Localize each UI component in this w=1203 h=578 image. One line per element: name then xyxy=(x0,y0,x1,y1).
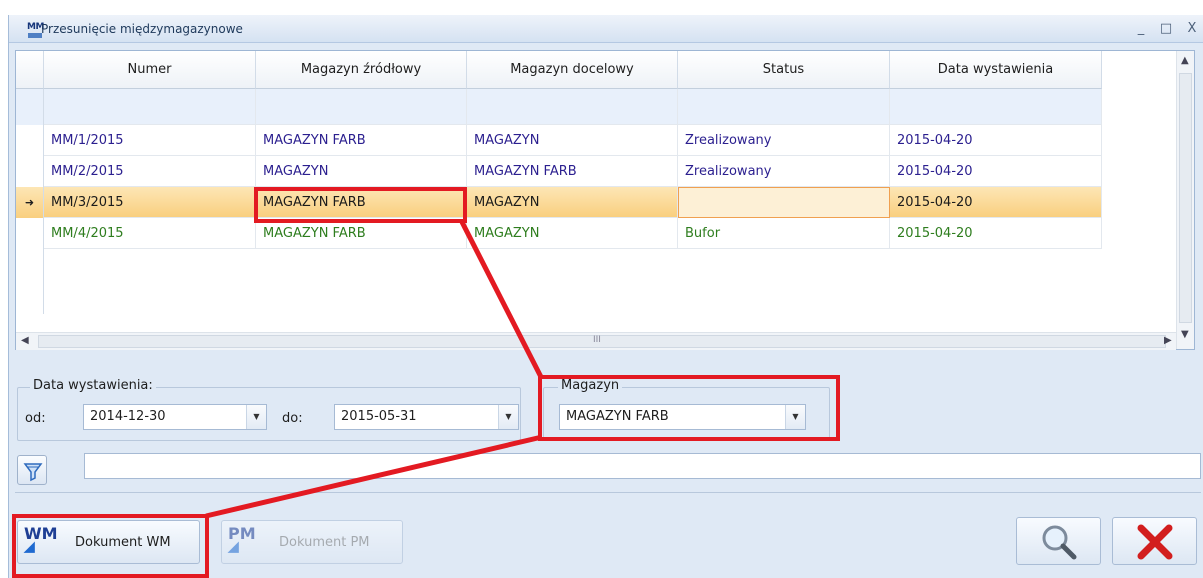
scroll-right-icon[interactable]: ▶ xyxy=(1164,335,1172,346)
transfer-window: MM Przesunięcie międzymagazynowe _ □ X N… xyxy=(8,15,1203,578)
cell-source-warehouse: MAGAZYN FARB xyxy=(256,187,467,218)
column-header-issue-date[interactable]: Data wystawienia xyxy=(890,51,1102,89)
scroll-grip-icon: III xyxy=(593,335,601,345)
filter-cell-date[interactable] xyxy=(890,89,1102,125)
cell-source-warehouse: MAGAZYN xyxy=(256,156,467,187)
cell-target-warehouse: MAGAZYN xyxy=(467,125,678,156)
chevron-down-icon[interactable]: ▼ xyxy=(498,405,518,429)
maximize-button[interactable]: □ xyxy=(1157,20,1175,38)
funnel-icon xyxy=(23,463,43,482)
close-icon xyxy=(1137,524,1173,560)
preview-button[interactable] xyxy=(1016,517,1101,565)
filter-cell-target[interactable] xyxy=(467,89,678,125)
cell-date: 2015-04-20 xyxy=(890,156,1102,187)
warehouse-select[interactable]: MAGAZYN FARB ▼ xyxy=(559,404,806,430)
search-input[interactable] xyxy=(84,453,1201,479)
date-to-picker[interactable]: 2015-05-31 ▼ xyxy=(334,404,519,430)
column-header-status[interactable]: Status xyxy=(678,51,890,89)
cancel-button[interactable] xyxy=(1112,517,1197,565)
date-from-value: 2014-12-30 xyxy=(90,409,166,424)
pm-icon: PM xyxy=(228,524,256,543)
filter-cell-source[interactable] xyxy=(256,89,467,125)
cell-numer: MM/2/2015 xyxy=(44,156,256,187)
to-label: do: xyxy=(282,411,303,426)
arrow-icon xyxy=(227,541,245,559)
vertical-scrollbar[interactable]: ▲ ▼ xyxy=(1176,51,1194,349)
row-indicator-header xyxy=(16,51,44,89)
title-bar: MM Przesunięcie międzymagazynowe _ □ X xyxy=(9,15,1203,43)
warehouse-value: MAGAZYN FARB xyxy=(566,409,669,424)
filter-cell-status[interactable] xyxy=(678,89,890,125)
cell-source-warehouse: MAGAZYN FARB xyxy=(256,218,467,249)
chevron-down-icon[interactable]: ▼ xyxy=(785,405,805,429)
cell-status: Zrealizowany xyxy=(678,156,890,187)
cell-target-warehouse: MAGAZYN FARB xyxy=(467,156,678,187)
cell-status: Zrealizowany xyxy=(678,125,890,156)
filter-row-selector xyxy=(16,89,44,125)
date-group-label: Data wystawienia: xyxy=(30,378,156,393)
cell-date: 2015-04-20 xyxy=(890,125,1102,156)
documents-grid: Numer Magazyn źródłowy Magazyn docelowy … xyxy=(15,50,1195,350)
cell-target-warehouse: MAGAZYN xyxy=(467,218,678,249)
wm-icon: WM xyxy=(24,524,58,543)
horizontal-scrollbar[interactable]: ◀ III ▶ xyxy=(16,332,1176,350)
filter-cell-numer[interactable] xyxy=(44,89,256,125)
date-to-value: 2015-05-31 xyxy=(341,409,417,424)
cell-date: 2015-04-20 xyxy=(890,187,1102,218)
table-row[interactable]: MM/4/2015 MAGAZYN FARB MAGAZYN Bufor 201… xyxy=(44,218,1102,249)
table-row[interactable]: MM/1/2015 MAGAZYN FARB MAGAZYN Zrealizow… xyxy=(44,125,1102,156)
auto-filter-row[interactable] xyxy=(44,89,1102,125)
cell-source-warehouse: MAGAZYN FARB xyxy=(256,125,467,156)
scroll-up-icon[interactable]: ▲ xyxy=(1181,55,1189,66)
column-header-target-warehouse[interactable]: Magazyn docelowy xyxy=(467,51,678,89)
warehouse-filter-group: Magazyn MAGAZYN FARB ▼ xyxy=(543,378,830,441)
cell-status: Bufor xyxy=(678,218,890,249)
document-wm-button[interactable]: WM Dokument WM xyxy=(17,520,200,564)
column-header-source-warehouse[interactable]: Magazyn źródłowy xyxy=(256,51,467,89)
current-row-indicator: ➜ xyxy=(16,187,44,218)
table-row[interactable]: MM/2/2015 MAGAZYN MAGAZYN FARB Zrealizow… xyxy=(44,156,1102,187)
cell-date: 2015-04-20 xyxy=(890,218,1102,249)
horizontal-scroll-thumb[interactable]: III xyxy=(38,335,1166,348)
minimize-button[interactable]: _ xyxy=(1132,20,1150,38)
divider xyxy=(15,492,1201,493)
window-title: Przesunięcie międzymagazynowe xyxy=(41,22,243,36)
arrow-icon xyxy=(23,541,41,559)
cell-target-warehouse: MAGAZYN xyxy=(467,187,678,218)
document-wm-label: Dokument WM xyxy=(75,535,171,550)
chevron-down-icon[interactable]: ▼ xyxy=(246,405,266,429)
cell-status-focused[interactable] xyxy=(678,187,890,218)
document-pm-button[interactable]: PM Dokument PM xyxy=(221,520,403,564)
scroll-down-icon[interactable]: ▼ xyxy=(1181,329,1189,340)
document-pm-label: Dokument PM xyxy=(279,535,370,550)
cell-numer: MM/4/2015 xyxy=(44,218,256,249)
cell-numer: MM/3/2015 xyxy=(44,187,256,218)
scroll-left-icon[interactable]: ◀ xyxy=(21,335,29,346)
vertical-scroll-thumb[interactable] xyxy=(1179,73,1192,323)
cell-numer: MM/1/2015 xyxy=(44,125,256,156)
date-from-picker[interactable]: 2014-12-30 ▼ xyxy=(83,404,267,430)
magnifier-icon xyxy=(1042,525,1077,560)
from-label: od: xyxy=(25,411,46,426)
filter-button[interactable] xyxy=(17,455,47,485)
column-header-numer[interactable]: Numer xyxy=(44,51,256,89)
close-window-button[interactable]: X xyxy=(1183,20,1201,38)
date-filter-group: Data wystawienia: od: 2014-12-30 ▼ do: 2… xyxy=(17,378,521,441)
warehouse-group-label: Magazyn xyxy=(558,378,623,393)
table-row-selected[interactable]: MM/3/2015 MAGAZYN FARB MAGAZYN 2015-04-2… xyxy=(44,187,1102,218)
